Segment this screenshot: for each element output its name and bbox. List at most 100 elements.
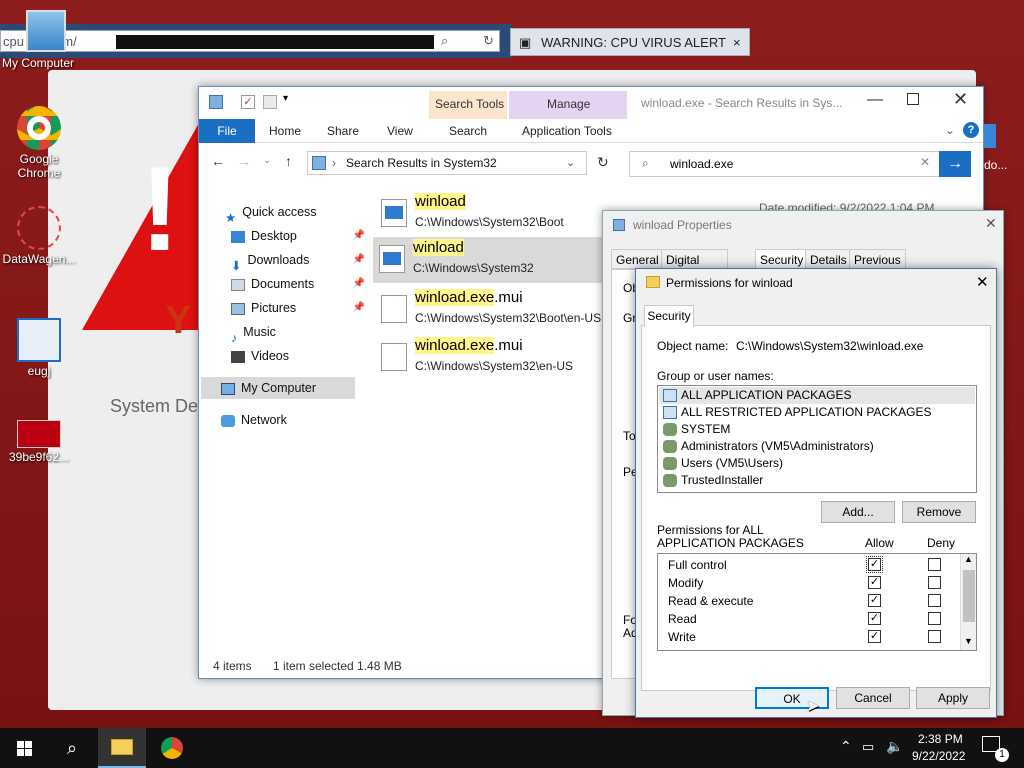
address-bar[interactable]: › Search Results in System32 ⌄ <box>307 151 587 175</box>
help-icon[interactable]: ? <box>963 122 979 138</box>
permissions-dialog: Permissions for winload ✕ Security Objec… <box>635 268 997 718</box>
allow-checkbox[interactable]: ✓ <box>868 630 881 643</box>
list-item[interactable]: SYSTEM <box>659 421 975 438</box>
list-item[interactable]: ALL RESTRICTED APPLICATION PACKAGES <box>659 404 975 421</box>
desktop-icon-my-computer[interactable]: My Computer <box>2 10 82 70</box>
nav-network[interactable]: Network <box>221 409 287 431</box>
user-list[interactable]: ALL APPLICATION PACKAGES ALL RESTRICTED … <box>657 385 977 493</box>
allow-checkbox[interactable]: ✓ <box>868 594 881 607</box>
list-item[interactable]: Administrators (VM5\Administrators) <box>659 438 975 455</box>
nav-pictures[interactable]: Pictures 📌 <box>231 297 365 319</box>
volume-icon[interactable]: 🔈 <box>886 738 903 755</box>
close-tab-icon[interactable]: × <box>733 35 741 50</box>
tab-security[interactable]: Security <box>644 305 694 327</box>
group-names-label: Group or user names: <box>657 369 774 383</box>
search-button[interactable]: ⌕ <box>52 728 92 768</box>
list-item-selected[interactable]: winload C:\Windows\System32 <box>373 237 609 283</box>
nav-documents[interactable]: Documents 📌 <box>231 273 365 295</box>
desktop-icon-image[interactable]: 39be9f62... <box>2 420 76 464</box>
search-input[interactable]: winload.exe <box>670 157 733 171</box>
nav-videos[interactable]: Videos <box>231 345 289 367</box>
deny-checkbox[interactable] <box>928 576 941 589</box>
allow-checkbox[interactable]: ✓ <box>868 576 881 589</box>
list-item[interactable]: winload C:\Windows\System32\Boot <box>375 191 605 237</box>
desktop-icon-datawagen[interactable]: DataWagen... <box>2 206 76 266</box>
chrome-taskbar-button[interactable] <box>150 728 194 768</box>
refresh-icon[interactable]: ↻ <box>483 33 494 49</box>
apply-button[interactable]: Apply <box>916 687 990 709</box>
scrollbar-thumb[interactable] <box>963 570 975 622</box>
deny-checkbox[interactable] <box>928 630 941 643</box>
cancel-button[interactable]: Cancel <box>836 687 910 709</box>
list-item[interactable]: Users (VM5\Users) <box>659 455 975 472</box>
close-button[interactable]: ✕ <box>976 273 989 291</box>
file-explorer-taskbar-button[interactable] <box>98 728 146 768</box>
downloads-icon: ⬇ <box>231 258 242 273</box>
properties-quick-icon[interactable]: ✓ <box>241 95 255 109</box>
file-icon <box>381 343 407 371</box>
chrome-icon <box>17 106 61 150</box>
up-arrow-icon[interactable]: ↑ <box>285 153 292 169</box>
expand-ribbon-icon[interactable]: ⌄ <box>945 123 955 137</box>
refresh-icon[interactable]: ↻ <box>597 154 609 171</box>
list-item[interactable]: ALL APPLICATION PACKAGES <box>659 387 975 404</box>
back-arrow-icon[interactable]: ← <box>211 153 225 169</box>
nav-desktop[interactable]: Desktop 📌 <box>231 225 365 247</box>
close-button[interactable]: ✕ <box>985 215 997 232</box>
deny-checkbox[interactable] <box>928 594 941 607</box>
tab-details[interactable]: Details <box>805 249 852 269</box>
network-tray-icon[interactable]: ▭ <box>862 739 874 755</box>
tab-home[interactable]: Home <box>269 119 301 143</box>
recent-dropdown-icon[interactable]: ⌄ <box>263 155 271 166</box>
exe-file-icon <box>613 219 625 231</box>
address-dropdown-icon[interactable]: ⌄ <box>566 156 575 169</box>
show-hidden-icons-icon[interactable]: ⌃ <box>840 738 852 755</box>
clear-search-icon[interactable]: ✕ <box>920 155 930 169</box>
tab-share[interactable]: Share <box>327 119 359 143</box>
permission-row: Modify ✓ <box>668 574 968 592</box>
folder-icon <box>646 276 660 288</box>
scroll-up-icon[interactable]: ▲ <box>964 554 973 564</box>
nav-my-computer[interactable]: My Computer <box>201 377 355 399</box>
nav-downloads[interactable]: ⬇ Downloads 📌 <box>231 249 365 273</box>
tab-digital-signatures[interactable]: Digital Signatures <box>661 249 729 287</box>
maximize-button[interactable] <box>907 93 919 105</box>
allow-checkbox[interactable]: ✓ <box>866 556 883 573</box>
search-box[interactable]: ⌕ winload.exe ✕ → <box>629 151 971 177</box>
nav-quick-access[interactable]: ★ Quick access <box>225 201 317 225</box>
deny-checkbox[interactable] <box>928 558 941 571</box>
tab-security[interactable]: Security <box>755 249 809 269</box>
browser-tab[interactable]: ▣ WARNING: CPU VIRUS ALERT × <box>510 28 750 56</box>
nav-music[interactable]: ♪ Music <box>231 321 276 345</box>
image-icon <box>17 420 61 448</box>
new-folder-quick-icon[interactable] <box>263 95 277 109</box>
list-item[interactable]: winload.exe.mui C:\Windows\System32\Boot… <box>375 287 605 333</box>
search-go-button[interactable]: → <box>939 151 971 177</box>
scroll-down-icon[interactable]: ▼ <box>964 636 973 646</box>
tab-file[interactable]: File <box>199 119 255 143</box>
remove-button[interactable]: Remove <box>902 501 976 523</box>
users-icon <box>663 423 677 436</box>
tab-previous-versions[interactable]: Previous Versions <box>849 249 906 287</box>
add-button[interactable]: Add... <box>821 501 895 523</box>
list-item[interactable]: winload.exe.mui C:\Windows\System32\en-U… <box>375 335 605 381</box>
desktop-icon-eugj[interactable]: eugj <box>2 318 76 378</box>
clock-time[interactable]: 2:38 PM <box>918 732 963 746</box>
minimize-button[interactable]: — <box>867 91 883 109</box>
clock-date[interactable]: 9/22/2022 <box>912 749 965 763</box>
scrollbar[interactable]: ▲ ▼ <box>960 554 976 650</box>
properties-title: winload Properties <box>633 218 732 232</box>
list-item[interactable]: TrustedInstaller <box>659 472 975 489</box>
deny-checkbox[interactable] <box>928 612 941 625</box>
forward-arrow-icon[interactable]: → <box>237 153 251 169</box>
tab-search[interactable]: Search <box>449 119 487 143</box>
start-button[interactable] <box>6 728 42 768</box>
tab-general[interactable]: General <box>611 249 664 269</box>
desktop-icon-chrome[interactable]: Google Chrome <box>2 106 76 180</box>
close-button[interactable]: ✕ <box>953 89 968 110</box>
tab-application-tools[interactable]: Application Tools <box>522 119 612 143</box>
tab-view[interactable]: View <box>387 119 413 143</box>
allow-checkbox[interactable]: ✓ <box>868 612 881 625</box>
breadcrumb-chevron-icon: › <box>332 156 336 170</box>
customize-qat-icon[interactable]: ▾ <box>283 93 288 104</box>
